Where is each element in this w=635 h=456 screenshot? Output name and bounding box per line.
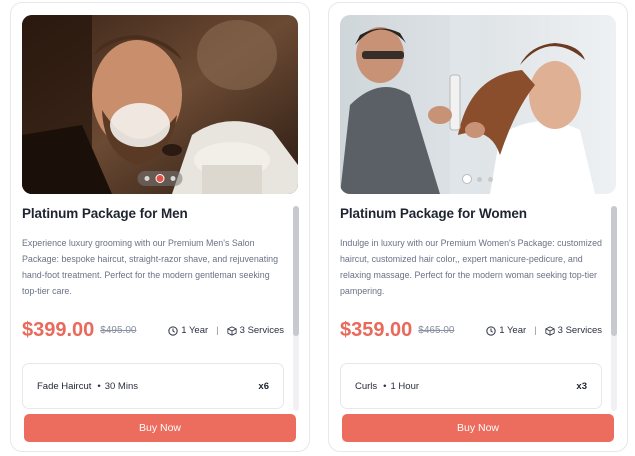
package-meta: 1 Year | 3 Services	[168, 325, 284, 336]
package-services: 3 Services	[239, 325, 284, 336]
carousel-dot[interactable]	[170, 176, 176, 181]
service-item: Curls 1 Hour x3	[340, 363, 602, 409]
package-cards: Platinum Package for Men Experience luxu…	[0, 0, 635, 456]
package-old-price: $465.00	[418, 325, 455, 336]
service-duration: 1 Hour	[383, 381, 420, 392]
package-price: $359.00	[340, 319, 413, 341]
buy-now-button[interactable]: Buy Now	[342, 414, 614, 442]
package-price: $399.00	[22, 319, 95, 341]
package-description: Experience luxury grooming with our Prem…	[22, 238, 279, 296]
scrollbar[interactable]	[293, 206, 299, 411]
package-description: Indulge in luxury with our Premium Women…	[340, 238, 602, 296]
service-name: Fade Haircut	[37, 380, 92, 392]
scrollbar-thumb[interactable]	[293, 206, 299, 336]
box-icon	[545, 325, 555, 336]
package-services: 3 Services	[557, 325, 602, 336]
barber-shave-photo	[22, 15, 298, 194]
package-image[interactable]	[22, 15, 298, 194]
package-title: Platinum Package for Women	[340, 206, 527, 221]
package-details: Platinum Package for Women Indulge in lu…	[340, 206, 602, 409]
carousel-dot-active[interactable]	[155, 174, 165, 183]
package-image[interactable]	[340, 15, 616, 194]
service-duration: 30 Mins	[97, 381, 138, 392]
buy-now-button[interactable]: Buy Now	[24, 414, 296, 442]
box-icon	[227, 325, 237, 336]
service-quantity: x3	[576, 380, 587, 392]
scrollbar-thumb[interactable]	[611, 206, 617, 336]
package-title: Platinum Package for Men	[22, 206, 188, 221]
package-card-women: Platinum Package for Women Indulge in lu…	[328, 2, 628, 452]
service-name: Curls	[355, 380, 378, 392]
carousel-dot[interactable]	[488, 176, 493, 182]
price-row: $399.00 $495.00 1 Year | 3 Services	[22, 319, 284, 342]
carousel-dot[interactable]	[144, 176, 150, 181]
carousel-dots	[456, 172, 500, 186]
scrollbar[interactable]	[611, 206, 617, 411]
meta-separator: |	[216, 325, 219, 336]
package-duration: 1 Year	[181, 325, 209, 336]
price-row: $359.00 $465.00 1 Year | 3 Services	[340, 319, 602, 342]
package-meta: 1 Year | 3 Services	[486, 325, 602, 336]
service-item: Fade Haircut 30 Mins x6	[22, 363, 284, 409]
package-card-men: Platinum Package for Men Experience luxu…	[10, 2, 310, 452]
carousel-dots	[137, 171, 183, 186]
service-quantity: x6	[258, 380, 269, 392]
carousel-dot[interactable]	[477, 176, 482, 182]
meta-separator: |	[534, 325, 537, 336]
clock-icon	[486, 325, 496, 336]
hair-stylist-photo	[340, 15, 616, 194]
package-old-price: $495.00	[100, 325, 137, 336]
package-details: Platinum Package for Men Experience luxu…	[22, 206, 284, 409]
package-duration: 1 Year	[499, 325, 527, 336]
carousel-dot-active[interactable]	[463, 175, 471, 183]
clock-icon	[168, 325, 178, 336]
